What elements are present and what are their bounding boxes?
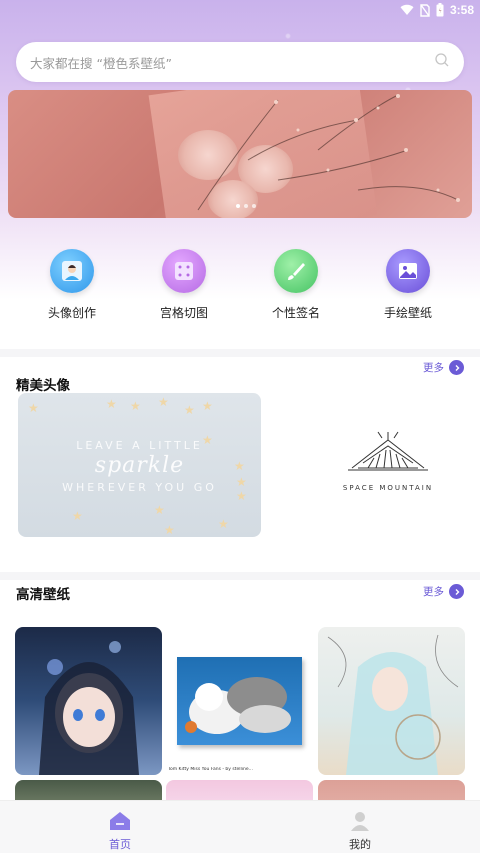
status-bar: 3:58: [0, 0, 480, 22]
brush-signature-icon[interactable]: [274, 249, 318, 293]
search-placeholder[interactable]: 大家都在搜 “橙色系壁纸”: [30, 53, 434, 72]
more-label[interactable]: 更多: [423, 584, 444, 599]
more-label[interactable]: 更多: [423, 360, 444, 375]
space-mountain-text: SPACE MOUNTAIN: [342, 484, 434, 492]
bottom-navigation: 首页 我的: [0, 800, 480, 853]
avatar-card-line3: WHEREVER YOU GO: [62, 481, 217, 494]
star-icon: ★: [164, 523, 175, 537]
star-icon: ★: [72, 509, 83, 523]
wallpaper-caption: Tom Kitty Miss You Fans - by stelline...: [168, 767, 253, 772]
carousel-dot[interactable]: [252, 204, 256, 208]
search-icon[interactable]: [434, 52, 450, 72]
avatar-card-line1: LEAVE A LITTLE: [76, 439, 203, 452]
image-wallpaper-icon[interactable]: [386, 249, 430, 293]
quick-entry-signature[interactable]: 个性签名: [251, 245, 341, 321]
quick-entry-label: 宫格切图: [159, 306, 208, 320]
quick-entry-label: 个性签名: [271, 306, 320, 320]
carousel-dot[interactable]: [236, 204, 240, 208]
cats-illustration: [185, 677, 291, 734]
nav-profile-label[interactable]: 我的: [320, 836, 400, 852]
avatar-card-sparkle[interactable]: LEAVE A LITTLE sparkle WHEREVER YOU GO ★…: [18, 393, 261, 537]
star-icon: ★: [202, 399, 213, 413]
avatar-card-line2: sparkle: [94, 453, 185, 478]
wallpaper-tile-cats[interactable]: Tom Kitty Miss You Fans - by stelline...: [166, 627, 313, 775]
wallpaper-tile-anime-girl[interactable]: [15, 627, 162, 775]
space-mountain-logo: [348, 431, 428, 471]
quick-entry-label: 头像创作: [47, 306, 96, 320]
star-icon: ★: [234, 459, 245, 473]
quick-entry-avatar-create[interactable]: 头像创作: [27, 245, 117, 321]
avatar-create-icon[interactable]: [50, 249, 94, 293]
nav-home[interactable]: 首页: [80, 811, 160, 852]
section-title-wallpapers: 高清壁纸: [16, 587, 70, 603]
star-icon: ★: [154, 503, 165, 517]
chevron-right-icon[interactable]: [449, 360, 464, 375]
star-icon: ★: [184, 403, 195, 417]
star-icon: ★: [130, 399, 141, 413]
quick-entry-wallpaper[interactable]: 手绘壁纸: [363, 245, 453, 321]
carousel-dots: [236, 204, 256, 208]
quick-entry-grid-cut[interactable]: 宫格切图: [139, 245, 229, 321]
banner-branches: [197, 94, 460, 211]
nav-profile[interactable]: 我的: [320, 811, 400, 852]
home-icon[interactable]: [109, 811, 131, 831]
star-icon: ★: [236, 489, 247, 503]
wifi-icon: [400, 4, 414, 16]
more-wallpapers-button[interactable]: 更多: [423, 584, 464, 599]
star-icon: ★: [28, 401, 39, 415]
star-icon: ★: [218, 517, 229, 531]
star-icon: ★: [236, 475, 247, 489]
search-bar[interactable]: 大家都在搜 “橙色系壁纸”: [16, 42, 464, 82]
grid-cut-icon[interactable]: [162, 249, 206, 293]
nav-home-label[interactable]: 首页: [80, 836, 160, 852]
quick-entry-row: 头像创作 宫格切图 个性签名 手绘壁纸: [0, 245, 480, 325]
carousel-dot[interactable]: [244, 204, 248, 208]
status-time: 3:58: [449, 3, 474, 17]
star-icon: ★: [158, 395, 169, 409]
star-icon: ★: [202, 433, 213, 447]
wallpaper-image: [177, 657, 302, 745]
wallpaper-image: [327, 634, 459, 775]
banner-carousel[interactable]: [8, 90, 472, 218]
wallpaper-image: [39, 641, 139, 775]
quick-entry-label: 手绘壁纸: [383, 306, 432, 320]
section-divider: [0, 572, 480, 580]
no-sim-icon: [420, 3, 430, 17]
avatar-card-space-mountain[interactable]: SPACE MOUNTAIN: [318, 428, 458, 508]
chevron-right-icon[interactable]: [449, 584, 464, 599]
wallpaper-tile-hanfu-girl[interactable]: [318, 627, 465, 775]
section-divider: [0, 349, 480, 357]
battery-icon: [436, 3, 444, 17]
section-title-avatars: 精美头像: [16, 378, 70, 394]
star-icon: ★: [106, 397, 117, 411]
more-avatars-button[interactable]: 更多: [423, 360, 464, 375]
profile-icon[interactable]: [349, 811, 371, 831]
